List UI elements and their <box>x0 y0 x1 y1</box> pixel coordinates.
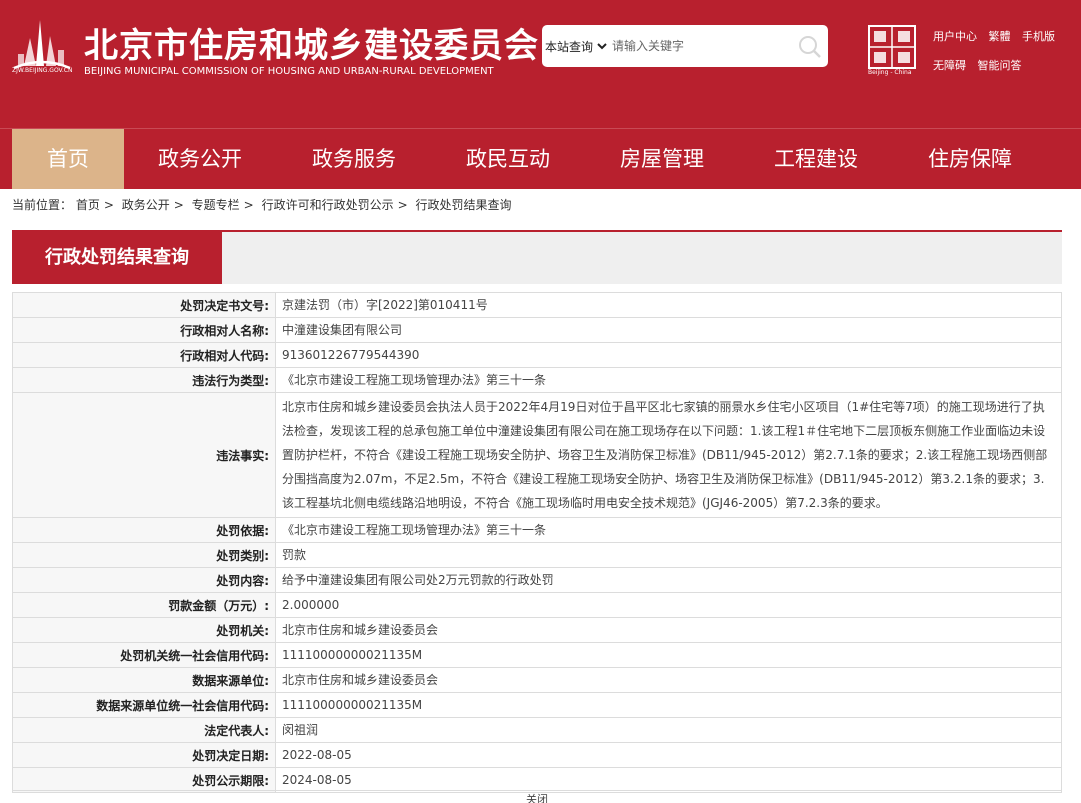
top-links-row1: 用户中心 繁體 手机版 <box>933 28 1063 44</box>
nav-item-construction[interactable]: 工程建设 <box>756 129 876 189</box>
site-title[interactable]: 北京市住房和城乡建设委员会 <box>84 18 539 67</box>
breadcrumb-government-affairs[interactable]: 政务公开 <box>122 198 170 212</box>
accessibility-link[interactable]: 无障碍 <box>933 59 966 72</box>
field-label: 处罚机关: <box>12 617 276 643</box>
breadcrumb-separator: > <box>397 198 408 212</box>
field-value: 罚款 <box>275 542 1062 568</box>
breadcrumb: 当前位置： 首页 > 政务公开 > 专题专栏 > 行政许可和行政处罚公示 > 行政处罚结… <box>12 196 511 213</box>
search-icon[interactable] <box>796 33 824 61</box>
chevron-down-icon[interactable] <box>596 40 608 52</box>
section-title-bar: 行政处罚结果查询 <box>12 230 1062 284</box>
field-label: 处罚公示期限: <box>12 767 276 793</box>
table-row: 数据来源单位统一社会信用代码: 11110000000021135M <box>12 692 1062 718</box>
field-value: 北京市住房和城乡建设委员会 <box>275 617 1062 643</box>
table-row: 行政相对人名称: 中潼建设集团有限公司 <box>12 317 1062 343</box>
field-label: 处罚决定日期: <box>12 742 276 768</box>
page-title: 行政处罚结果查询 <box>12 232 222 284</box>
search-box: 本站查询 <box>542 25 828 67</box>
field-label: 行政相对人名称: <box>12 317 276 343</box>
table-row: 处罚决定日期: 2022-08-05 <box>12 742 1062 768</box>
field-value: 给予中潼建设集团有限公司处2万元罚款的行政处罚 <box>275 567 1062 593</box>
table-row: 处罚内容: 给予中潼建设集团有限公司处2万元罚款的行政处罚 <box>12 567 1062 593</box>
field-label: 处罚决定书文号: <box>12 292 276 318</box>
field-label: 数据来源单位: <box>12 667 276 693</box>
user-center-link[interactable]: 用户中心 <box>933 30 977 43</box>
search-scope-select[interactable]: 本站查询 <box>545 38 593 55</box>
table-row: 行政相对人代码: 913601226779544390 <box>12 342 1062 368</box>
field-label: 处罚类别: <box>12 542 276 568</box>
field-value: 11110000000021135M <box>275 642 1062 668</box>
close-button[interactable]: 关闭 <box>12 790 1062 803</box>
field-value: 中潼建设集团有限公司 <box>275 317 1062 343</box>
field-value: 闵祖润 <box>275 717 1062 743</box>
table-row: 违法行为类型: 《北京市建设工程施工现场管理办法》第三十一条 <box>12 367 1062 393</box>
table-row: 违法事实: 北京市住房和城乡建设委员会执法人员于2022年4月19日对位于昌平区… <box>12 392 1062 518</box>
top-links-row2: 无障碍 智能问答 <box>933 57 1030 73</box>
table-row: 处罚机关: 北京市住房和城乡建设委员会 <box>12 617 1062 643</box>
search-input[interactable] <box>612 35 792 57</box>
table-row: 数据来源单位: 北京市住房和城乡建设委员会 <box>12 667 1062 693</box>
breadcrumb-special-topics[interactable]: 专题专栏 <box>192 198 240 212</box>
capital-text: Beijing - China <box>868 69 912 76</box>
breadcrumb-separator: > <box>243 198 254 212</box>
field-label: 罚款金额（万元）: <box>12 592 276 618</box>
field-label: 处罚机关统一社会信用代码: <box>12 642 276 668</box>
site-subtitle: BEIJING MUNICIPAL COMMISSION OF HOUSING … <box>84 66 494 77</box>
field-value: 京建法罚（市）字[2022]第010411号 <box>275 292 1062 318</box>
field-label: 处罚依据: <box>12 517 276 543</box>
nav-item-housing-management[interactable]: 房屋管理 <box>602 129 722 189</box>
nav-item-housing-security[interactable]: 住房保障 <box>910 129 1030 189</box>
field-value: 2022-08-05 <box>275 742 1062 768</box>
field-value: 11110000000021135M <box>275 692 1062 718</box>
breadcrumb-permit-penalty[interactable]: 行政许可和行政处罚公示 <box>262 198 394 212</box>
field-value: 2.000000 <box>275 592 1062 618</box>
table-row: 处罚机关统一社会信用代码: 11110000000021135M <box>12 642 1062 668</box>
field-value: 2024-08-05 <box>275 767 1062 793</box>
capital-seal-icon <box>868 25 916 69</box>
mobile-version-link[interactable]: 手机版 <box>1022 30 1055 43</box>
table-row: 罚款金额（万元）: 2.000000 <box>12 592 1062 618</box>
smart-qa-link[interactable]: 智能问答 <box>978 59 1022 72</box>
traditional-chinese-link[interactable]: 繁體 <box>989 30 1011 43</box>
breadcrumb-prefix: 当前位置： <box>12 198 73 212</box>
field-value: 北京市住房和城乡建设委员会执法人员于2022年4月19日对位于昌平区北七家镇的丽… <box>275 392 1062 518</box>
field-value: 《北京市建设工程施工现场管理办法》第三十一条 <box>275 367 1062 393</box>
field-label: 违法行为类型: <box>12 367 276 393</box>
field-label: 处罚内容: <box>12 567 276 593</box>
nav-item-government-affairs[interactable]: 政务公开 <box>140 129 260 189</box>
field-label: 数据来源单位统一社会信用代码: <box>12 692 276 718</box>
table-row: 处罚依据: 《北京市建设工程施工现场管理办法》第三十一条 <box>12 517 1062 543</box>
nav-item-government-services[interactable]: 政务服务 <box>294 129 414 189</box>
breadcrumb-separator: > <box>173 198 184 212</box>
table-row: 处罚决定书文号: 京建法罚（市）字[2022]第010411号 <box>12 292 1062 318</box>
breadcrumb-home[interactable]: 首页 <box>76 198 100 212</box>
penalty-detail-table: 处罚决定书文号: 京建法罚（市）字[2022]第010411号 行政相对人名称:… <box>12 292 1062 793</box>
field-label: 行政相对人代码: <box>12 342 276 368</box>
breadcrumb-separator: > <box>103 198 114 212</box>
breadcrumb-penalty-query[interactable]: 行政处罚结果查询 <box>415 198 511 212</box>
field-label: 违法事实: <box>12 392 276 518</box>
table-row: 处罚公示期限: 2024-08-05 <box>12 767 1062 793</box>
field-value: 913601226779544390 <box>275 342 1062 368</box>
nav-item-home[interactable]: 首页 <box>12 129 124 189</box>
main-nav: 首页 政务公开 政务服务 政民互动 房屋管理 工程建设 住房保障 <box>0 128 1081 189</box>
field-label: 法定代表人: <box>12 717 276 743</box>
field-value: 北京市住房和城乡建设委员会 <box>275 667 1062 693</box>
site-header: ZJW.BEIJING.GOV.CN 北京市住房和城乡建设委员会 BEIJING… <box>0 0 1081 128</box>
field-value: 《北京市建设工程施工现场管理办法》第三十一条 <box>275 517 1062 543</box>
nav-item-interaction[interactable]: 政民互动 <box>448 129 568 189</box>
table-row: 处罚类别: 罚款 <box>12 542 1062 568</box>
table-row: 法定代表人: 闵祖润 <box>12 717 1062 743</box>
logo-url-text: ZJW.BEIJING.GOV.CN <box>12 67 73 74</box>
